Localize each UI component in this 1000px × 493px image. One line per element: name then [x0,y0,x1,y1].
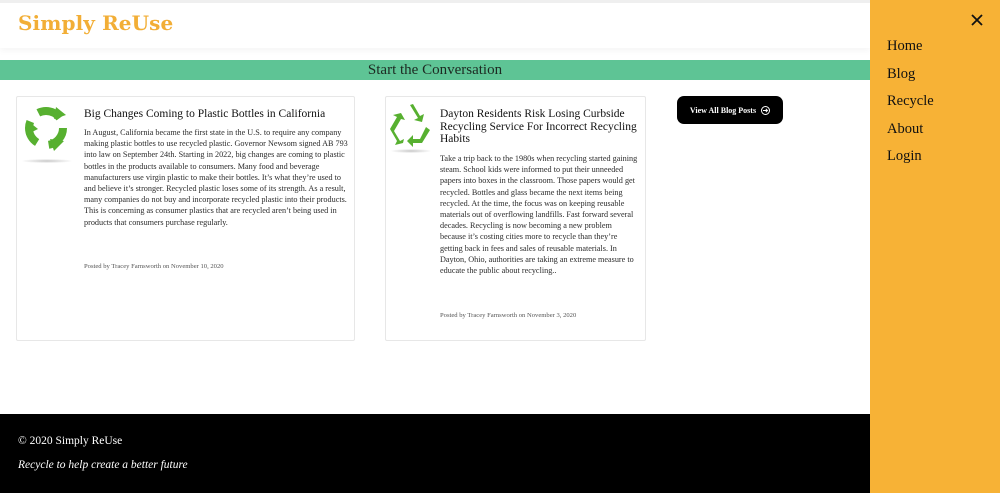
banner-title: Start the Conversation [367,62,503,78]
post-meta: Posted by Tracey Farnsworth on November … [84,263,224,270]
post-title[interactable]: Dayton Residents Risk Losing Curbside Re… [440,108,640,146]
side-navigation: Home Blog Recycle About Login [870,0,1000,493]
recycle-triangle-icon [390,104,430,147]
arrow-right-circle-icon [761,105,771,115]
view-all-label: View All Blog Posts [689,105,757,115]
nav-item-recycle[interactable]: Recycle [887,93,934,110]
recycle-arrows-circle-icon [25,107,67,151]
nav-item-about[interactable]: About [887,121,923,138]
section-banner: Start the Conversation [0,60,870,80]
blog-post-card[interactable]: Dayton Residents Risk Losing Curbside Re… [385,96,646,341]
view-all-blog-posts-button[interactable]: View All Blog Posts [677,96,783,124]
close-icon[interactable] [970,12,984,26]
footer-copyright: © 2020 Simply ReUse [18,435,123,447]
nav-item-blog[interactable]: Blog [887,66,915,83]
post-excerpt: In August, California became the first s… [84,128,348,227]
post-thumbnail [20,101,72,163]
site-logo[interactable]: Simply ReUse [18,11,173,35]
site-footer: © 2020 Simply ReUse Recycle to help crea… [0,414,870,493]
post-title[interactable]: Big Changes Coming to Plastic Bottles in… [84,108,346,121]
blog-post-card[interactable]: Big Changes Coming to Plastic Bottles in… [16,96,355,341]
footer-tagline: Recycle to help create a better future [18,459,188,471]
post-excerpt: Take a trip back to the 1980s when recyc… [440,154,638,276]
post-meta: Posted by Tracey Farnsworth on November … [440,312,577,319]
top-header: Simply ReUse [0,0,870,48]
nav-item-login[interactable]: Login [887,148,922,165]
nav-item-home[interactable]: Home [887,38,922,55]
post-thumbnail [389,101,431,153]
